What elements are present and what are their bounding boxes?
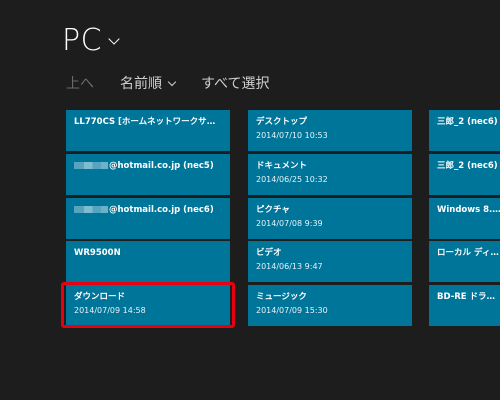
redacted-text [74, 206, 108, 213]
location-title[interactable]: PC [62, 23, 120, 58]
tile-label: 三郎_2 (nec6) [437, 161, 498, 171]
tile-date: 2014/07/09 14:58 [74, 306, 146, 315]
tile-label: @hotmail.co.jp (nec6) [109, 205, 214, 215]
tile-downloads[interactable]: ダウンロード 2014/07/09 14:58 [66, 285, 230, 326]
tile-drive-e[interactable]: BD-RE ドライブ (E:) [429, 285, 500, 326]
chevron-down-icon [167, 77, 177, 86]
tile-saburo-1[interactable]: 三郎_2 (nec6) [429, 110, 500, 151]
tile-date: 2014/07/10 10:53 [256, 131, 328, 140]
tile-label: Windows 8.1 (C:) [437, 205, 500, 215]
command-bar: 上へ 名前順 すべて選択 [66, 73, 295, 93]
tile-desktop[interactable]: デスクトップ 2014/07/10 10:53 [248, 110, 412, 151]
tile-wr9500n[interactable]: WR9500N [66, 241, 230, 282]
tile-network-server[interactable]: LL770CS [ホームネットワークサーバー pow… [66, 110, 230, 151]
tile-label: ビデオ [256, 248, 282, 258]
tile-saburo-2[interactable]: 三郎_2 (nec6) [429, 154, 500, 195]
tile-label-row: @hotmail.co.jp (nec5) [74, 160, 222, 172]
sort-label: 名前順 [120, 76, 162, 92]
tile-date: 2014/07/09 15:30 [256, 306, 328, 315]
tile-label-row: @hotmail.co.jp (nec6) [74, 204, 222, 216]
redacted-text [74, 162, 108, 169]
tile-label: ローカル ディスク (D:) [437, 248, 500, 258]
chevron-down-icon [108, 33, 120, 45]
tile-label: @hotmail.co.jp (nec5) [109, 161, 214, 171]
tile-music[interactable]: ミュージック 2014/07/09 15:30 [248, 285, 412, 326]
page-title: PC [62, 23, 103, 58]
tile-label: ピクチャ [256, 205, 290, 215]
tile-label: ミュージック [256, 292, 307, 302]
tile-label: BD-RE ドライブ (E:) [437, 292, 500, 302]
tile-pictures[interactable]: ピクチャ 2014/07/08 9:39 [248, 198, 412, 239]
tile-label: デスクトップ [256, 117, 308, 127]
tile-label: LL770CS [ホームネットワークサーバー pow… [74, 117, 222, 127]
tile-documents[interactable]: ドキュメント 2014/06/25 10:32 [248, 154, 412, 195]
tile-videos[interactable]: ビデオ 2014/06/13 9:47 [248, 241, 412, 282]
tile-user-nec6[interactable]: @hotmail.co.jp (nec6) [66, 198, 230, 239]
tile-user-nec5[interactable]: @hotmail.co.jp (nec5) [66, 154, 230, 195]
tile-drive-c[interactable]: Windows 8.1 (C:) [429, 198, 500, 239]
tile-label: 三郎_2 (nec6) [437, 117, 498, 127]
tile-drive-d[interactable]: ローカル ディスク (D:) [429, 241, 500, 282]
tile-date: 2014/07/08 9:39 [256, 219, 323, 228]
tile-label: WR9500N [74, 248, 121, 258]
tile-date: 2014/06/25 10:32 [256, 175, 328, 184]
tile-label: ダウンロード [74, 292, 126, 302]
sort-button[interactable]: 名前順 [120, 73, 177, 93]
tile-date: 2014/06/13 9:47 [256, 262, 323, 271]
tile-label: ドキュメント [256, 161, 308, 171]
up-button[interactable]: 上へ [66, 73, 94, 93]
select-all-button[interactable]: すべて選択 [201, 73, 269, 93]
